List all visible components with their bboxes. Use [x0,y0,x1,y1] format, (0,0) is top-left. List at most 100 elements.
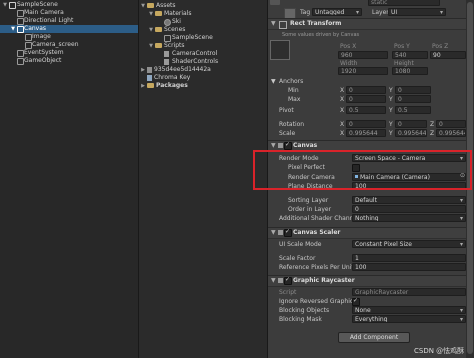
ui-scale-mode-label: UI Scale Mode [279,241,322,248]
folder-icon [147,83,154,88]
scene-icon [164,35,171,42]
expand-arrow-icon[interactable]: ▼ [140,2,146,10]
sorting-layer-dropdown[interactable]: Default [352,196,466,204]
hierarchy-item-label: Image [32,33,51,40]
project-item-label: Materials [164,10,192,17]
reference-ppu-field[interactable]: 100 [352,263,466,271]
pos-x-field[interactable]: 960 [338,51,388,59]
driven-note: Some values driven by Canvas [282,32,360,38]
rect-transform-header[interactable]: ▼ Rect Transform ⋮ [268,18,474,30]
width-field[interactable]: 1920 [338,67,388,75]
project-panel: ▼ Assets ▼ Materials Ski ▼ Scenes Sample… [139,0,268,358]
script-icon [164,51,169,57]
project-item-materials[interactable]: ▼ Materials [139,10,267,18]
pos-z-field[interactable]: 90 [430,51,466,59]
scale-factor-field[interactable]: 1 [352,254,466,262]
hierarchy-item-image[interactable]: Image [0,33,138,41]
expand-arrow-icon[interactable]: ▼ [10,25,16,33]
hierarchy-item-eventsystem[interactable]: EventSystem [0,49,138,57]
project-item-shadercontrols[interactable]: ShaderControls [139,58,267,66]
static-field[interactable]: static [368,0,440,6]
project-item-scripts[interactable]: ▼ Scripts [139,42,267,50]
hierarchy-item-label: GameObject [24,57,62,64]
gameobject-icon [17,26,24,33]
project-item-cameracontrol[interactable]: CameraControl [139,50,267,58]
anchor-min-x-field[interactable]: 0 [346,86,386,94]
expand-arrow-icon[interactable]: ▼ [148,26,154,34]
collapse-arrow-icon[interactable]: ▼ [271,78,276,85]
shader-channels-dropdown[interactable]: Nothing [352,214,466,222]
hierarchy-item-main-camera[interactable]: Main Camera [0,9,138,17]
hierarchy-item-label: SampleScene [17,1,58,8]
expand-arrow-icon[interactable]: ▼ [2,1,8,9]
scale-z-field[interactable]: 0.995644 [436,129,466,137]
project-item-assets[interactable]: ▼ Assets [139,2,267,10]
hierarchy-item-canvas[interactable]: ▼ Canvas [0,25,138,33]
shader-channels-label: Additional Shader Channels [279,215,362,222]
ui-scale-mode-dropdown[interactable]: Constant Pixel Size [352,240,466,248]
expand-arrow-icon[interactable]: ▼ [148,10,154,18]
canvas-scaler-icon [278,230,283,235]
project-item-hash-file[interactable]: ▶ 935d4ee5d14442a [139,66,267,74]
scene-icon [9,2,16,9]
height-field[interactable]: 1080 [392,67,428,75]
collapse-arrow-icon[interactable]: ▼ [271,277,276,284]
blocking-objects-dropdown[interactable]: None [352,306,466,314]
anchor-min-y-field[interactable]: 0 [395,86,431,94]
order-in-layer-field[interactable]: 0 [352,205,466,213]
folder-icon [155,27,162,32]
collapse-arrow-icon[interactable]: ▶ [140,82,146,90]
graphic-raycaster-header[interactable]: ▼ Graphic Raycaster ⋮ [268,275,474,287]
script-icon [164,59,169,65]
rotation-x-field[interactable]: 0 [346,120,386,128]
canvas-scaler-header[interactable]: ▼ Canvas Scaler ⋮ [268,227,474,239]
hierarchy-item-directional-light[interactable]: Directional Light [0,17,138,25]
material-icon [164,19,171,26]
order-in-layer-label: Order in Layer [288,206,332,213]
canvas-icon [278,143,283,148]
anchor-max-y-field[interactable]: 0 [395,95,431,103]
rotation-y-field[interactable]: 0 [395,120,427,128]
hierarchy-panel: ▼ SampleScene Main Camera Directional Li… [0,0,139,358]
collapse-arrow-icon[interactable]: ▼ [271,229,276,236]
pivot-y-field[interactable]: 0.5 [395,106,431,114]
hierarchy-item-label: Canvas [24,25,47,32]
pos-y-field[interactable]: 540 [392,51,428,59]
project-item-scenes[interactable]: ▼ Scenes [139,26,267,34]
anchor-presets-icon[interactable] [270,40,290,60]
height-label: Height [394,60,414,67]
blocking-mask-dropdown[interactable]: Everything [352,315,466,323]
expand-arrow-icon[interactable]: ▼ [148,42,154,50]
gameobject-icon [25,42,32,49]
hierarchy-item-label: Directional Light [24,17,74,24]
scale-x-field[interactable]: 0.995644 [346,129,386,137]
collapse-arrow-icon[interactable]: ▼ [271,20,276,27]
pos-y-label: Pos Y [394,43,410,50]
ignore-reversed-checkbox[interactable] [352,297,360,306]
rect-transform-icon [279,21,287,29]
rotation-z-field[interactable]: 0 [436,120,466,128]
project-item-packages[interactable]: ▶ Packages [139,82,267,90]
component-enabled-checkbox[interactable] [284,228,292,237]
project-item-label: Packages [156,82,188,89]
gameobject-icon [17,58,24,65]
collapse-arrow-icon[interactable]: ▶ [140,66,146,74]
add-component-button[interactable]: Add Component [338,332,410,343]
component-enabled-checkbox[interactable] [284,141,292,150]
hierarchy-item-camera-screen[interactable]: Camera_screen [0,41,138,49]
hierarchy-item-samplescene[interactable]: ▼ SampleScene [0,1,138,9]
tag-dropdown[interactable]: Untagged [312,8,362,16]
layer-dropdown[interactable]: UI [388,8,446,16]
collapse-arrow-icon[interactable]: ▼ [271,142,276,149]
hierarchy-item-gameobject[interactable]: GameObject [0,57,138,65]
project-item-chroma-key[interactable]: Chroma Key [139,74,267,82]
scale-y-field[interactable]: 0.995644 [395,129,427,137]
pivot-x-field[interactable]: 0.5 [346,106,386,114]
tag-label: Tag [300,9,311,16]
ignore-reversed-label: Ignore Reversed Graphics [279,298,357,305]
script-label: Script [279,289,297,296]
anchor-max-x-field[interactable]: 0 [346,95,386,103]
project-item-ski[interactable]: Ski [139,18,267,26]
project-item-samplescene[interactable]: SampleScene [139,34,267,42]
component-enabled-checkbox[interactable] [284,276,292,285]
